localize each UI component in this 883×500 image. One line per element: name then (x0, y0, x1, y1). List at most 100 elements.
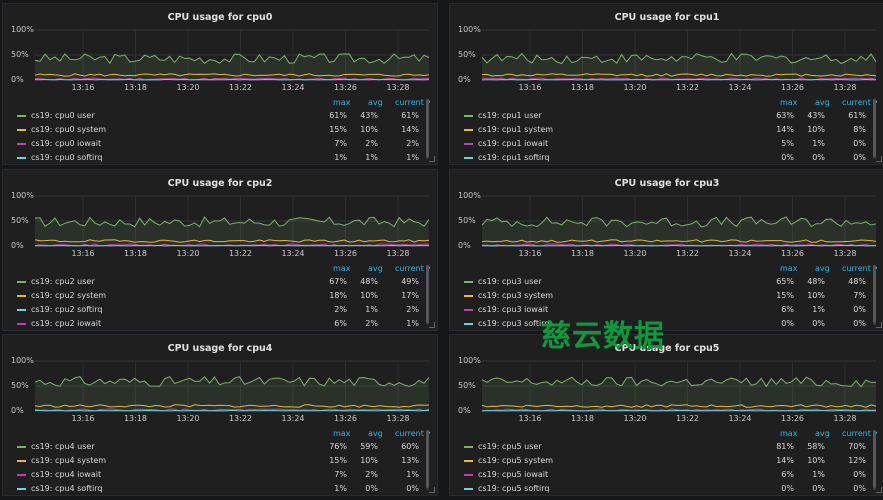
resize-handle-icon[interactable] (876, 322, 882, 328)
legend-row[interactable]: cs19: cpu2 system 18% 10% 17% (15, 290, 423, 303)
graph[interactable]: 100% 50% 0% 13:16 13:18 13:20 13:22 13:24 13:26 1… (3, 188, 439, 262)
legend-row[interactable]: cs19: cpu1 iowait 5% 1% 0% (462, 138, 870, 151)
legend-header-max[interactable]: max (333, 264, 350, 273)
legend-series-name[interactable]: cs19: cpu5 system (478, 456, 553, 465)
legend-series-name[interactable]: cs19: cpu4 system (31, 456, 106, 465)
legend-swatch[interactable] (17, 281, 26, 283)
legend-swatch[interactable] (464, 474, 473, 476)
legend-series-name[interactable]: cs19: cpu0 softirq (31, 153, 103, 162)
legend-series-name[interactable]: cs19: cpu0 iowait (31, 139, 101, 148)
graph[interactable]: 100% 50% 0% 13:16 13:18 13:20 13:22 13:24 13:26 1… (450, 188, 883, 262)
legend-row[interactable]: cs19: cpu5 softirq 0% 0% 0% (462, 483, 870, 496)
panel-cpu1[interactable]: CPU usage for cpu1 100% 50% 0% 13:16 13:18 13:… (449, 3, 883, 165)
legend-series-name[interactable]: cs19: cpu3 system (478, 291, 553, 300)
legend-scrollbar-thumb[interactable] (873, 99, 876, 157)
legend-series-name[interactable]: cs19: cpu5 softirq (478, 484, 550, 493)
legend-scrollbar[interactable] (873, 99, 876, 159)
legend-swatch[interactable] (17, 115, 26, 117)
legend-header-max[interactable]: max (780, 429, 797, 438)
panel-cpu0[interactable]: CPU usage for cpu0 100% 50% 0% 13:16 13:18 13:… (2, 3, 438, 165)
legend-header-max[interactable]: max (780, 264, 797, 273)
legend-row[interactable]: cs19: cpu3 softirq 0% 0% 0% (462, 318, 870, 331)
legend-series-name[interactable]: cs19: cpu1 user (478, 111, 542, 120)
legend-scrollbar[interactable] (873, 265, 876, 325)
legend-row[interactable]: cs19: cpu5 user 81% 58% 70% (462, 441, 870, 454)
legend-row[interactable]: cs19: cpu1 user 63% 43% 61% (462, 110, 870, 123)
legend-row[interactable]: cs19: cpu4 user 76% 59% 60% (15, 441, 423, 454)
legend-series-name[interactable]: cs19: cpu4 user (31, 442, 95, 451)
legend-series-name[interactable]: cs19: cpu1 softirq (478, 153, 550, 162)
legend-row[interactable]: cs19: cpu3 system 15% 10% 7% (462, 290, 870, 303)
resize-handle-icon[interactable] (876, 487, 882, 493)
legend-swatch[interactable] (17, 323, 26, 325)
legend-series-name[interactable]: cs19: cpu1 iowait (478, 139, 548, 148)
legend-swatch[interactable] (17, 129, 26, 131)
graph[interactable]: 100% 50% 0% 13:16 13:18 13:20 13:22 13:24 13:26 1… (450, 353, 883, 427)
legend-series-name[interactable]: cs19: cpu4 softirq (31, 484, 103, 493)
legend-swatch[interactable] (464, 488, 473, 490)
legend-swatch[interactable] (464, 309, 473, 311)
legend-swatch[interactable] (464, 157, 473, 159)
graph[interactable]: 100% 50% 0% 13:16 13:18 13:20 13:22 13:24 13:26 1… (450, 22, 883, 96)
legend-swatch[interactable] (17, 309, 26, 311)
legend-swatch[interactable] (464, 323, 473, 325)
legend-row[interactable]: cs19: cpu0 iowait 7% 2% 2% (15, 138, 423, 151)
legend-series-name[interactable]: cs19: cpu5 iowait (478, 470, 548, 479)
legend-header-max[interactable]: max (333, 98, 350, 107)
graph[interactable]: 100% 50% 0% 13:16 13:18 13:20 13:22 13:24 13:26 1… (3, 22, 439, 96)
legend-row[interactable]: cs19: cpu1 system 14% 10% 8% (462, 124, 870, 137)
legend-header-avg[interactable]: avg (368, 429, 383, 438)
legend-row[interactable]: cs19: cpu5 iowait 6% 1% 0% (462, 469, 870, 482)
legend-swatch[interactable] (17, 157, 26, 159)
legend-series-name[interactable]: cs19: cpu3 iowait (478, 305, 548, 314)
legend-row[interactable]: cs19: cpu3 user 65% 48% 48% (462, 276, 870, 289)
legend-row[interactable]: cs19: cpu4 system 15% 10% 13% (15, 455, 423, 468)
legend-series-name[interactable]: cs19: cpu2 softirq (31, 305, 103, 314)
legend-scrollbar[interactable] (426, 265, 429, 325)
legend-header-max[interactable]: max (780, 98, 797, 107)
legend-swatch[interactable] (464, 446, 473, 448)
legend-series-name[interactable]: cs19: cpu3 user (478, 277, 542, 286)
resize-handle-icon[interactable] (876, 156, 882, 162)
legend-swatch[interactable] (17, 474, 26, 476)
legend-scrollbar[interactable] (873, 430, 876, 490)
legend-series-name[interactable]: cs19: cpu1 system (478, 125, 553, 134)
legend-row[interactable]: cs19: cpu2 user 67% 48% 49% (15, 276, 423, 289)
legend-series-name[interactable]: cs19: cpu2 iowait (31, 319, 101, 328)
legend-row[interactable]: cs19: cpu2 iowait 6% 2% 1% (15, 318, 423, 331)
legend-scrollbar-thumb[interactable] (873, 265, 876, 323)
panel-cpu2[interactable]: CPU usage for cpu2 100% 50% 0% 13:16 13:18 13:… (2, 169, 438, 331)
legend-swatch[interactable] (464, 115, 473, 117)
graph[interactable]: 100% 50% 0% 13:16 13:18 13:20 13:22 13:24 13:26 1… (3, 353, 439, 427)
resize-handle-icon[interactable] (429, 156, 435, 162)
legend-swatch[interactable] (17, 295, 26, 297)
legend-row[interactable]: cs19: cpu0 system 15% 10% 14% (15, 124, 423, 137)
panel-cpu5[interactable]: CPU usage for cpu5 100% 50% 0% 13:16 13:18 13:… (449, 334, 883, 496)
legend-series-name[interactable]: cs19: cpu3 softirq (478, 319, 550, 328)
legend-header-avg[interactable]: avg (815, 98, 830, 107)
resize-handle-icon[interactable] (429, 322, 435, 328)
legend-scrollbar-thumb[interactable] (426, 265, 429, 323)
legend-scrollbar[interactable] (426, 99, 429, 159)
legend-swatch[interactable] (17, 460, 26, 462)
legend-swatch[interactable] (464, 295, 473, 297)
panel-cpu3[interactable]: CPU usage for cpu3 100% 50% 0% 13:16 13:18 13:… (449, 169, 883, 331)
legend-series-name[interactable]: cs19: cpu4 iowait (31, 470, 101, 479)
legend-swatch[interactable] (464, 281, 473, 283)
legend-header-avg[interactable]: avg (815, 264, 830, 273)
legend-row[interactable]: cs19: cpu4 softirq 1% 0% 0% (15, 483, 423, 496)
legend-header-avg[interactable]: avg (815, 429, 830, 438)
legend-header-max[interactable]: max (333, 429, 350, 438)
legend-series-name[interactable]: cs19: cpu2 system (31, 291, 106, 300)
panel-cpu4[interactable]: CPU usage for cpu4 100% 50% 0% 13:16 13:18 13:… (2, 334, 438, 496)
legend-row[interactable]: cs19: cpu4 iowait 7% 2% 1% (15, 469, 423, 482)
legend-scrollbar[interactable] (426, 430, 429, 490)
legend-header-avg[interactable]: avg (368, 264, 383, 273)
legend-row[interactable]: cs19: cpu0 softirq 1% 1% 1% (15, 152, 423, 165)
legend-swatch[interactable] (464, 460, 473, 462)
legend-scrollbar-thumb[interactable] (873, 430, 876, 488)
legend-series-name[interactable]: cs19: cpu0 user (31, 111, 95, 120)
legend-swatch[interactable] (17, 143, 26, 145)
legend-series-name[interactable]: cs19: cpu2 user (31, 277, 95, 286)
legend-scrollbar-thumb[interactable] (426, 430, 429, 488)
